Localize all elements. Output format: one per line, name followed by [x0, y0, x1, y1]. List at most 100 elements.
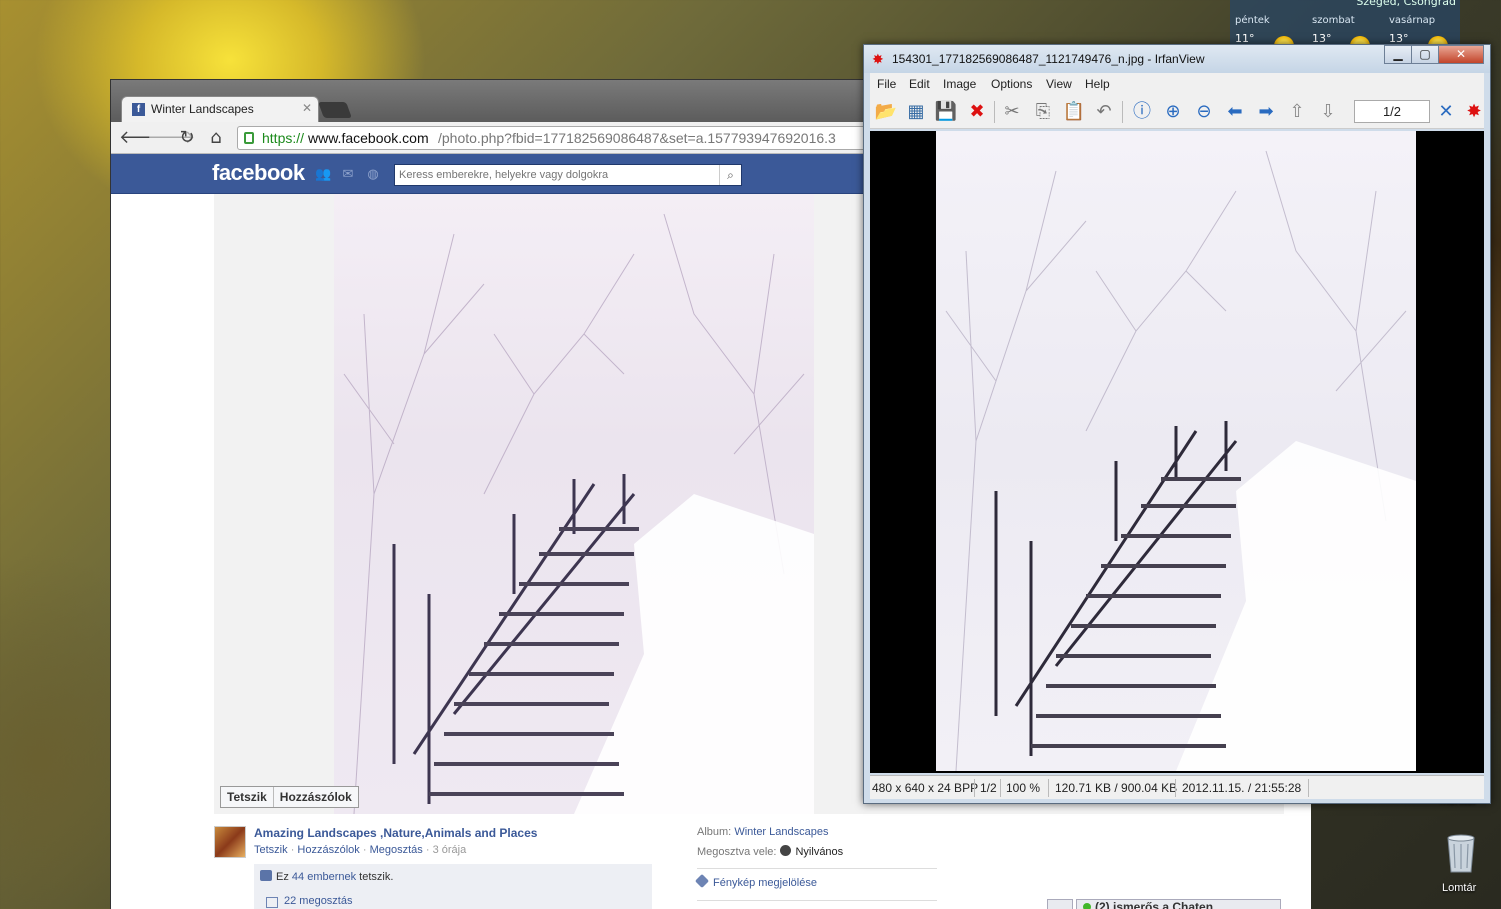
- copy-icon[interactable]: ⎘: [1031, 101, 1055, 123]
- like-button[interactable]: Tetszik: [221, 787, 273, 807]
- status-datetime: 2012.11.15. / 21:55:28: [1182, 781, 1302, 795]
- status-page: 1/2: [980, 781, 997, 795]
- shares-count-link[interactable]: 22 megosztás: [284, 895, 352, 907]
- meta-share-link[interactable]: Megosztás: [370, 844, 423, 856]
- notifications-globe-icon[interactable]: ◍: [365, 168, 381, 182]
- status-dimensions: 480 x 640 x 24 BPP: [872, 781, 979, 795]
- weather-day-2: szombat: [1312, 15, 1355, 26]
- lock-icon: [244, 132, 254, 144]
- previous-page-icon[interactable]: ⇧: [1285, 101, 1309, 123]
- page-name-link[interactable]: Amazing Landscapes ,Nature,Animals and P…: [254, 826, 537, 840]
- facebook-favicon-icon: f: [132, 103, 145, 116]
- info-icon[interactable]: ⓘ: [1130, 101, 1154, 123]
- irfanview-app-icon: ✸: [872, 52, 884, 68]
- menu-help[interactable]: Help: [1085, 77, 1110, 91]
- recycle-bin-icon[interactable]: [1444, 832, 1478, 874]
- status-separator: [1175, 779, 1176, 797]
- irfanview-menubar: File Edit Image Options View Help: [870, 73, 1484, 95]
- divider: [697, 900, 937, 901]
- irfanview-window: ✸ 154301_177182569086487_1121749476_n.jp…: [863, 44, 1491, 804]
- menu-view[interactable]: View: [1046, 77, 1072, 91]
- recycle-bin-label[interactable]: Lomtár: [1442, 882, 1476, 894]
- status-separator: [1000, 779, 1001, 797]
- menu-file[interactable]: File: [877, 77, 896, 91]
- facebook-logo[interactable]: facebook: [212, 160, 305, 186]
- irfanview-statusbar: 480 x 640 x 24 BPP 1/2 100 % 120.71 KB /…: [870, 775, 1484, 799]
- meta-comment-link[interactable]: Hozzászólok: [297, 844, 359, 856]
- page-number-field[interactable]: 1/2: [1354, 100, 1430, 123]
- chat-settings-icon[interactable]: [1047, 899, 1073, 909]
- photo-action-buttons: Tetszik Hozzászólok: [220, 786, 359, 808]
- chat-bar[interactable]: (2) ismerős a Chaten: [1076, 899, 1281, 909]
- thumbs-up-icon: [260, 870, 272, 881]
- minimize-button[interactable]: ▁: [1384, 45, 1412, 64]
- likes-count-link[interactable]: 44 embernek: [292, 871, 356, 883]
- friend-requests-icon[interactable]: 👥: [315, 168, 331, 182]
- browser-tab[interactable]: f Winter Landscapes ✕: [121, 96, 319, 122]
- status-separator: [1048, 779, 1049, 797]
- likes-prefix: Ez: [276, 871, 292, 883]
- tag-photo-label: Fénykép megjelölése: [713, 877, 817, 889]
- irfanview-image-area[interactable]: [870, 131, 1484, 773]
- photo-details: Amazing Landscapes ,Nature,Animals and P…: [214, 814, 1284, 909]
- zoom-in-icon[interactable]: ⊕: [1161, 101, 1185, 123]
- maximize-button[interactable]: ▢: [1411, 45, 1439, 64]
- undo-icon[interactable]: ↶: [1092, 101, 1116, 123]
- tab-title: Winter Landscapes: [151, 102, 254, 116]
- open-folder-icon[interactable]: 📂: [874, 101, 898, 123]
- cut-icon[interactable]: ✂: [1000, 101, 1024, 123]
- meta-separator: ·: [425, 844, 430, 856]
- close-button[interactable]: ✕: [1438, 45, 1484, 64]
- weather-location: Szeged, Csongrád: [1356, 0, 1456, 8]
- toolbar-separator: [1122, 101, 1123, 123]
- window-controls: ▁ ▢ ✕: [1384, 45, 1488, 65]
- settings-tools-icon[interactable]: ✕: [1434, 101, 1458, 123]
- forward-arrow-icon[interactable]: 🡒: [147, 127, 195, 149]
- exit-icon[interactable]: ✸: [1462, 101, 1486, 123]
- status-filesize: 120.71 KB / 900.04 KB: [1055, 781, 1178, 795]
- tag-photo-link[interactable]: Fénykép megjelölése: [694, 873, 817, 889]
- album-info: Album: Winter Landscapes Megosztva vele:…: [697, 826, 937, 858]
- search-input[interactable]: [395, 165, 715, 185]
- post-time[interactable]: 3 órája: [433, 844, 467, 856]
- share-icon: [266, 897, 278, 908]
- tab-close-icon[interactable]: ✕: [302, 101, 312, 115]
- search-icon[interactable]: ⌕: [719, 165, 741, 185]
- weather-day-3: vasárnap: [1389, 15, 1436, 26]
- new-tab-button[interactable]: [318, 102, 352, 118]
- thumbnails-icon[interactable]: ▦: [904, 101, 928, 123]
- online-dot-icon: [1083, 903, 1091, 909]
- menu-image[interactable]: Image: [943, 77, 976, 91]
- shared-with-label: Megosztva vele:: [697, 846, 777, 858]
- home-icon[interactable]: ⌂: [205, 127, 227, 149]
- url-path: /photo.php?fbid=177182569086487&set=a.15…: [438, 130, 836, 146]
- weather-gadget: Szeged, Csongrád péntek szombat vasárnap…: [1230, 0, 1460, 56]
- comment-button[interactable]: Hozzászólok: [272, 787, 358, 807]
- album-link[interactable]: Winter Landscapes: [734, 826, 828, 838]
- menu-options[interactable]: Options: [991, 77, 1032, 91]
- back-arrow-icon[interactable]: 🡐: [119, 127, 167, 149]
- winter-stairs-photo[interactable]: [334, 194, 814, 814]
- post-meta: Tetszik · Hozzászólok · Megosztás · 3 ór…: [254, 844, 466, 856]
- url-domain: www.facebook.com: [308, 130, 429, 146]
- reload-icon[interactable]: ↻: [176, 127, 198, 149]
- meta-separator: ·: [290, 844, 295, 856]
- delete-icon[interactable]: ✖: [965, 101, 989, 123]
- meta-like-link[interactable]: Tetszik: [254, 844, 288, 856]
- globe-icon: [780, 845, 792, 856]
- divider: [697, 868, 937, 869]
- page-avatar[interactable]: [214, 826, 246, 858]
- toolbar-separator: [994, 101, 995, 123]
- save-icon[interactable]: 💾: [934, 101, 958, 123]
- messages-icon[interactable]: ✉: [340, 168, 356, 182]
- irfanview-titlebar[interactable]: ✸ 154301_177182569086487_1121749476_n.jp…: [864, 45, 1490, 73]
- previous-arrow-icon[interactable]: ⬅: [1223, 101, 1247, 123]
- privacy-value[interactable]: Nyilvános: [795, 846, 843, 858]
- next-page-icon[interactable]: ⇩: [1316, 101, 1340, 123]
- menu-edit[interactable]: Edit: [909, 77, 930, 91]
- status-separator: [1308, 779, 1309, 797]
- next-arrow-icon[interactable]: ➡: [1254, 101, 1278, 123]
- chat-label: (2) ismerős a Chaten: [1095, 900, 1214, 909]
- paste-icon[interactable]: 📋: [1062, 101, 1086, 123]
- zoom-out-icon[interactable]: ⊖: [1192, 101, 1216, 123]
